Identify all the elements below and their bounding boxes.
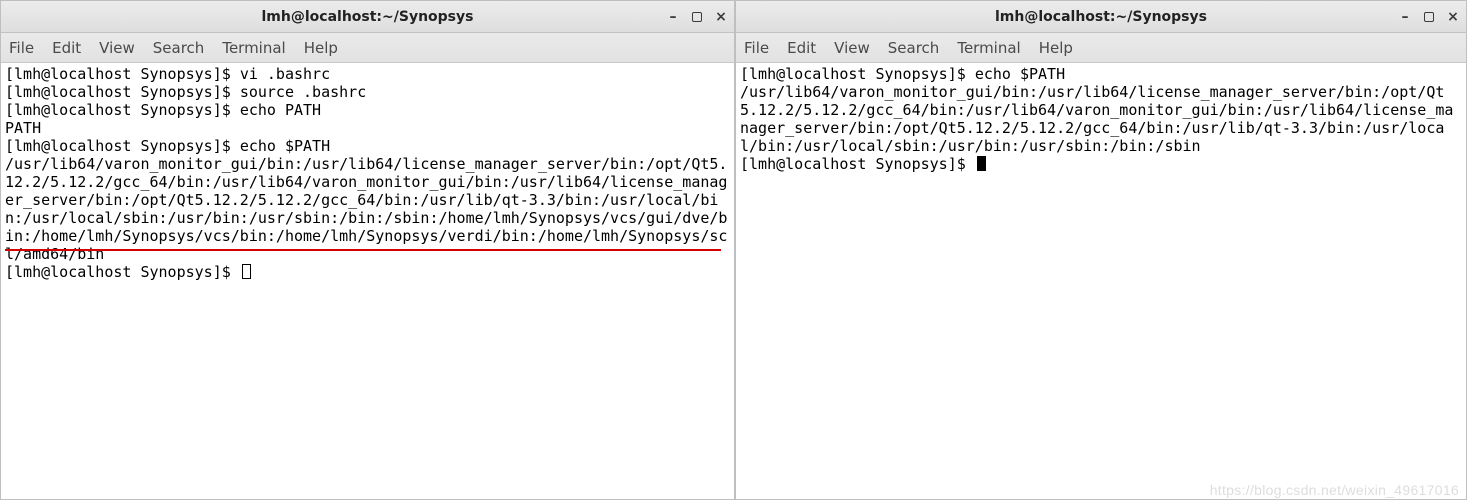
output-text: PATH (5, 119, 41, 137)
terminal-window-left: lmh@localhost:~/Synopsys – × File Edit V… (0, 0, 735, 500)
terminal-window-right: lmh@localhost:~/Synopsys – × File Edit V… (735, 0, 1467, 500)
menu-edit[interactable]: Edit (52, 39, 81, 57)
cursor-icon (977, 156, 986, 171)
close-icon[interactable]: × (1446, 10, 1460, 24)
path-output: /usr/lib64/varon_monitor_gui/bin:/usr/li… (740, 83, 1453, 155)
menu-help[interactable]: Help (1039, 39, 1073, 57)
minimize-icon[interactable]: – (1398, 10, 1412, 24)
menubar-left: File Edit View Search Terminal Help (1, 33, 734, 63)
menu-terminal[interactable]: Terminal (957, 39, 1020, 57)
prompt: [lmh@localhost Synopsys]$ (5, 101, 240, 119)
prompt: [lmh@localhost Synopsys]$ (740, 155, 975, 173)
menu-help[interactable]: Help (304, 39, 338, 57)
maximize-icon[interactable] (692, 12, 702, 22)
terminal-area-right[interactable]: [lmh@localhost Synopsys]$ echo $PATH /us… (736, 63, 1466, 499)
menubar-right: File Edit View Search Terminal Help (736, 33, 1466, 63)
window-controls: – × (666, 1, 728, 33)
close-icon[interactable]: × (714, 10, 728, 24)
menu-search[interactable]: Search (888, 39, 940, 57)
prompt: [lmh@localhost Synopsys]$ (5, 83, 240, 101)
maximize-icon[interactable] (1424, 12, 1434, 22)
command-text: echo $PATH (975, 65, 1065, 83)
watermark: https://blog.csdn.net/weixin_49617016 (1210, 482, 1459, 498)
menu-edit[interactable]: Edit (787, 39, 816, 57)
menu-view[interactable]: View (834, 39, 870, 57)
menu-terminal[interactable]: Terminal (222, 39, 285, 57)
command-text: echo $PATH (240, 137, 330, 155)
prompt: [lmh@localhost Synopsys]$ (740, 65, 975, 83)
window-title: lmh@localhost:~/Synopsys (995, 9, 1207, 25)
command-text: echo PATH (240, 101, 321, 119)
menu-search[interactable]: Search (153, 39, 205, 57)
prompt: [lmh@localhost Synopsys]$ (5, 65, 240, 83)
titlebar-right[interactable]: lmh@localhost:~/Synopsys – × (736, 1, 1466, 33)
titlebar-left[interactable]: lmh@localhost:~/Synopsys – × (1, 1, 734, 33)
command-text: source .bashrc (240, 83, 366, 101)
menu-file[interactable]: File (744, 39, 769, 57)
window-controls: – × (1398, 1, 1460, 33)
window-title: lmh@localhost:~/Synopsys (262, 9, 474, 25)
menu-view[interactable]: View (99, 39, 135, 57)
path-output: /usr/lib64/varon_monitor_gui/bin:/usr/li… (5, 155, 727, 263)
minimize-icon[interactable]: – (666, 10, 680, 24)
cursor-icon (242, 264, 251, 279)
annotation-underline (5, 249, 721, 251)
prompt: [lmh@localhost Synopsys]$ (5, 137, 240, 155)
command-text: vi .bashrc (240, 65, 330, 83)
desktop: lmh@localhost:~/Synopsys – × File Edit V… (0, 0, 1467, 502)
prompt: [lmh@localhost Synopsys]$ (5, 263, 240, 281)
terminal-area-left[interactable]: [lmh@localhost Synopsys]$ vi .bashrc [lm… (1, 63, 734, 499)
menu-file[interactable]: File (9, 39, 34, 57)
